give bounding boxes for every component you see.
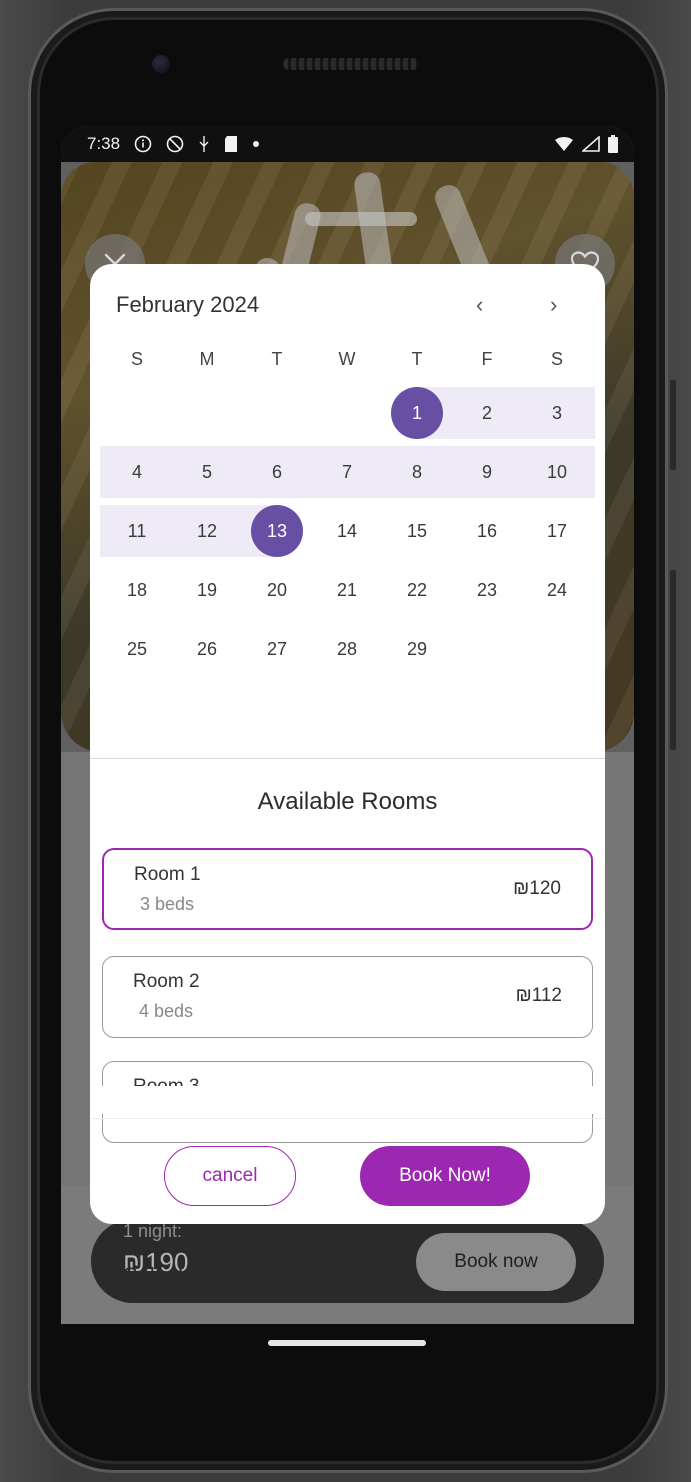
calendar-day[interactable]: 16 (461, 505, 513, 557)
usb-icon (199, 136, 209, 152)
room-price: ₪112 (515, 985, 562, 1006)
self-checkin-row: Self check-in (95, 1263, 249, 1289)
battery-icon (608, 135, 618, 153)
room-beds: 3 beds (140, 894, 195, 914)
available-rooms-title: Available Rooms (257, 788, 438, 815)
weekday-label: T (271, 349, 283, 369)
calendar-day[interactable]: 8 (391, 446, 443, 498)
chevron-right-icon[interactable]: › (550, 292, 557, 318)
weekday-label: F (481, 349, 493, 369)
volume-button (670, 570, 676, 750)
calendar-day[interactable]: 27 (251, 623, 303, 675)
room-price: ₪120 (513, 878, 561, 899)
calendar-day[interactable]: 21 (321, 564, 373, 616)
book-now-button[interactable]: Book Now! (360, 1146, 530, 1206)
calendar-day[interactable]: 14 (321, 505, 373, 557)
calendar-day[interactable]: 10 (531, 446, 583, 498)
calendar-day[interactable]: 7 (321, 446, 373, 498)
calendar-day[interactable]: 1 (391, 387, 443, 439)
calendar-day[interactable]: 2 (461, 387, 513, 439)
room-card-2[interactable]: Room 2 4 beds ₪112 (102, 956, 593, 1038)
calendar-day[interactable]: 18 (111, 564, 163, 616)
status-bar: 7:38 (61, 126, 634, 162)
calendar-day[interactable]: 26 (181, 623, 233, 675)
calendar-day[interactable]: 5 (181, 446, 233, 498)
signal-icon (582, 136, 600, 152)
calendar-day[interactable]: 15 (391, 505, 443, 557)
calendar-day[interactable]: 23 (461, 564, 513, 616)
weekday-label: T (411, 349, 423, 369)
home-indicator[interactable] (268, 1340, 426, 1346)
booking-dialog: February 2024 ‹ › S M T W T F S 12345678… (90, 264, 605, 1224)
calendar-day[interactable]: 4 (111, 446, 163, 498)
book-now-bar-button[interactable]: Book now (416, 1233, 576, 1291)
room-beds: 4 beds (139, 1001, 194, 1021)
do-not-disturb-icon (166, 135, 184, 153)
room-list-clip (90, 1086, 605, 1114)
calendar-day[interactable]: 13 (251, 505, 303, 557)
calendar-day[interactable]: 6 (251, 446, 303, 498)
weekday-label: S (550, 349, 563, 369)
calendar-day[interactable]: 19 (181, 564, 233, 616)
calendar-day[interactable]: 22 (391, 564, 443, 616)
earpiece-speaker (283, 58, 419, 70)
footer-divider (90, 1118, 605, 1119)
calendar-day[interactable]: 29 (391, 623, 443, 675)
room-name: Room 1 (134, 864, 201, 885)
cancel-button[interactable]: cancel (164, 1146, 296, 1206)
calendar-day[interactable]: 25 (111, 623, 163, 675)
calendar-day[interactable]: 24 (531, 564, 583, 616)
status-time: 7:38 (87, 134, 121, 153)
info-icon (134, 135, 152, 153)
room-card-1[interactable]: Room 1 3 beds ₪120 (102, 848, 593, 930)
dot-icon (253, 141, 260, 147)
calendar-day[interactable]: 17 (531, 505, 583, 557)
power-button (670, 380, 676, 470)
front-camera (152, 55, 170, 73)
calendar-month-label: February 2024 (116, 292, 260, 317)
sd-card-icon (225, 136, 238, 152)
calendar-day[interactable]: 12 (181, 505, 233, 557)
calendar-day[interactable]: 9 (461, 446, 513, 498)
calendar-day[interactable]: 11 (111, 505, 163, 557)
self-checkin-label: Self check-in (123, 1263, 249, 1288)
calendar-day[interactable]: 20 (251, 564, 303, 616)
calendar-day[interactable]: 28 (321, 623, 373, 675)
weekday-label: W (338, 349, 356, 369)
calendar-day[interactable]: 3 (531, 387, 583, 439)
night-label: 1 night: (123, 1221, 183, 1241)
sheet-drag-handle[interactable] (305, 212, 417, 226)
weekday-label: S (130, 349, 143, 369)
room-name: Room 2 (133, 971, 200, 992)
self-checkin-icon (95, 1265, 117, 1287)
booking-bar: 1 night: ₪190 Book now (91, 1219, 604, 1303)
weekday-label: M (199, 349, 215, 369)
wifi-icon (555, 137, 573, 151)
section-divider (90, 758, 605, 759)
chevron-left-icon[interactable]: ‹ (476, 292, 483, 318)
